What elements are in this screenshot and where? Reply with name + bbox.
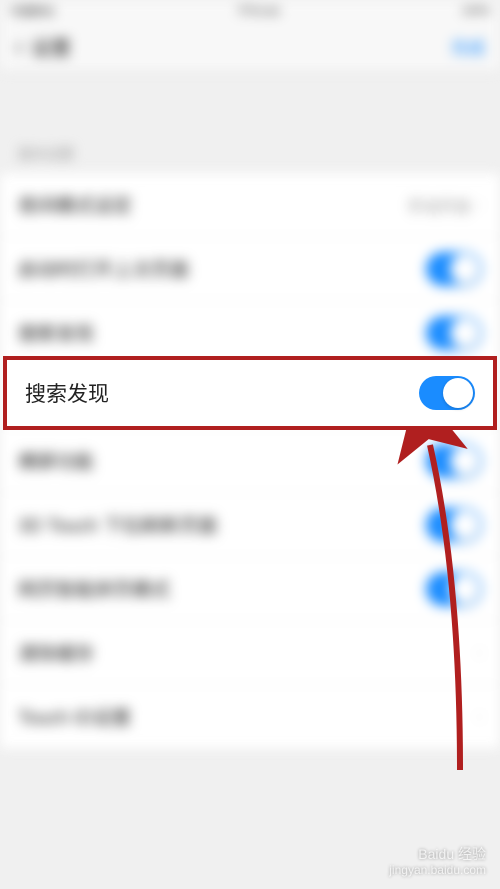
settings-list: 夜间模式设定 手动开启 › 启动时打开上次页面 搜索发现 小窗口视频 横屏功能 …	[0, 172, 500, 749]
row-3d-touch[interactable]: 3D Touch 下拉刷新页面	[0, 493, 500, 557]
row-restore-pages[interactable]: 启动时打开上次页面	[0, 237, 500, 301]
toggle-switch[interactable]	[426, 572, 482, 606]
nav-title: 设置	[31, 32, 71, 61]
time-text: 下午3:00	[236, 3, 279, 19]
row-label: 夜间模式设定	[18, 191, 132, 218]
row-label: 清除缓存	[18, 639, 94, 666]
row-smart-paging[interactable]: 网页智能拼页模式	[0, 557, 500, 621]
row-label: 横屏功能	[18, 447, 94, 474]
chevron-left-icon: ‹	[15, 33, 23, 61]
row-landscape[interactable]: 横屏功能	[0, 429, 500, 493]
row-label: 搜索发现	[18, 319, 94, 346]
row-label: 搜索发现	[25, 378, 109, 408]
chevron-right-icon: ›	[477, 708, 482, 725]
row-night-mode[interactable]: 夜间模式设定 手动开启 ›	[0, 173, 500, 237]
chevron-right-icon: ›	[477, 196, 482, 213]
row-label: 启动时打开上次页面	[18, 255, 189, 282]
row-label: Touch ID设置	[18, 703, 131, 730]
watermark-brand: Baidu 经验	[389, 846, 486, 863]
chevron-right-icon: ›	[477, 644, 482, 661]
section-header: 基本设置	[0, 132, 500, 172]
highlight-search-discover-row[interactable]: 搜索发现	[3, 356, 497, 430]
row-touch-id[interactable]: Touch ID设置 ›	[0, 685, 500, 749]
toggle-switch[interactable]	[426, 252, 482, 286]
watermark-url: jingyan.baidu.com	[389, 863, 486, 877]
toggle-switch[interactable]	[426, 316, 482, 350]
nav-done-button[interactable]: 完成	[451, 34, 485, 59]
battery-text: 100%	[462, 5, 490, 17]
row-clear-cache[interactable]: 清除缓存 ›	[0, 621, 500, 685]
nav-bar: ‹ 设置 完成	[0, 22, 500, 72]
status-bar: 中国移动 下午3:00 100%	[0, 0, 500, 22]
toggle-switch[interactable]	[426, 444, 482, 478]
row-value: 手动开启 ›	[407, 193, 482, 217]
toggle-switch[interactable]	[426, 508, 482, 542]
row-label: 网页智能拼页模式	[18, 575, 170, 602]
nav-back[interactable]: ‹ 设置	[15, 32, 71, 61]
row-label: 3D Touch 下拉刷新页面	[18, 511, 217, 538]
watermark: Baidu 经验 jingyan.baidu.com	[389, 846, 486, 877]
carrier-text: 中国移动	[10, 3, 54, 19]
toggle-switch[interactable]	[419, 376, 475, 410]
